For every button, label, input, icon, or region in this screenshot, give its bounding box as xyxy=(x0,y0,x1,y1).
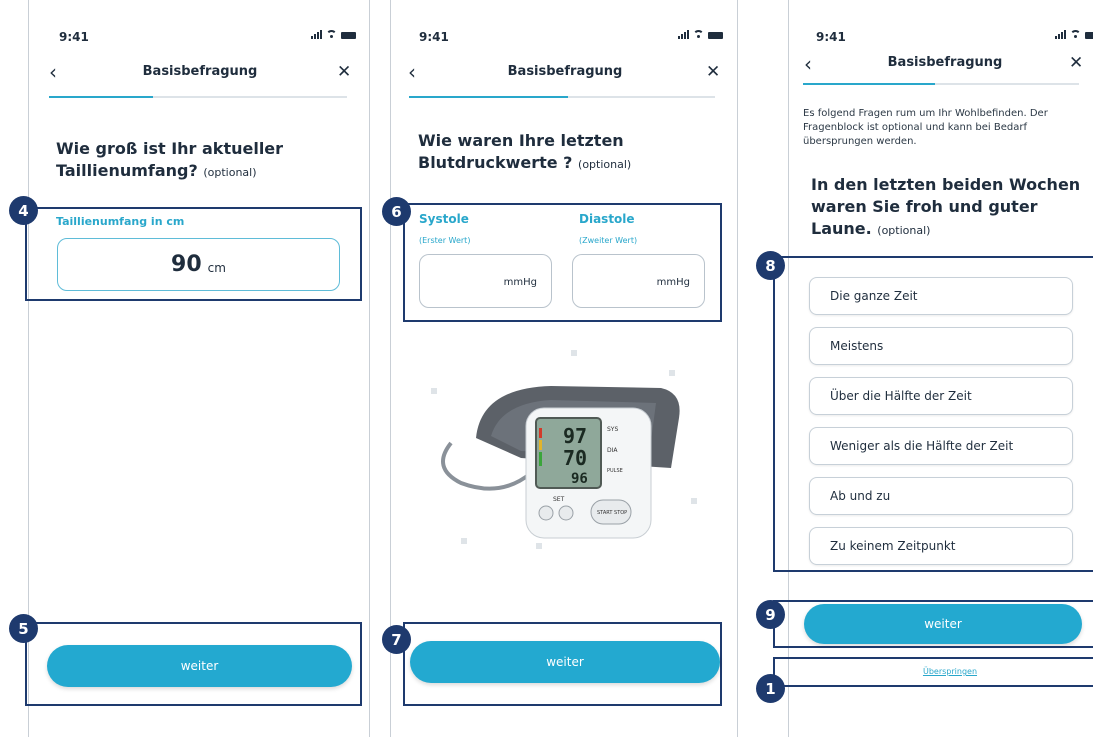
header-title: Basisbefragung xyxy=(507,64,623,79)
annotation-badge-8: 8 xyxy=(756,251,785,280)
diastole-label: Diastole xyxy=(579,212,635,226)
option-weniger-als-die-haelfte[interactable]: Weniger als die Hälfte der Zeit xyxy=(809,427,1073,465)
option-ueber-die-haelfte[interactable]: Über die Hälfte der Zeit xyxy=(809,377,1073,415)
header-title: Basisbefragung xyxy=(142,64,258,79)
pulse-reading: 96 xyxy=(571,471,588,487)
annotation-badge-7: 7 xyxy=(382,625,411,654)
optional-label: (optional) xyxy=(877,224,931,237)
set-tag: SET xyxy=(553,496,565,503)
waist-unit: cm xyxy=(207,260,226,275)
diastole-input[interactable]: mmHg xyxy=(572,254,705,308)
status-icons xyxy=(678,30,723,39)
status-icons xyxy=(311,30,356,39)
systole-sub: (Erster Wert) xyxy=(419,236,471,245)
screen-blood-pressure: 9:41 ‹ Basisbefragung ✕ Wie waren Ihre l… xyxy=(382,0,738,737)
close-icon[interactable]: ✕ xyxy=(1069,53,1083,73)
battery-icon xyxy=(1085,32,1093,39)
annotation-badge-1: 1 xyxy=(756,674,785,703)
systole-input[interactable]: mmHg xyxy=(419,254,552,308)
start-stop-tag: START STOP xyxy=(597,510,627,516)
close-icon[interactable]: ✕ xyxy=(337,62,351,82)
question-text: In den letzten beiden Wochen waren Sie f… xyxy=(811,175,1081,238)
annotation-badge-5: 5 xyxy=(9,614,38,643)
waist-input[interactable]: 90 cm xyxy=(57,238,340,291)
next-button[interactable]: weiter xyxy=(47,645,352,687)
progress-bar xyxy=(49,96,347,98)
option-meistens[interactable]: Meistens xyxy=(809,327,1073,365)
annotation-badge-9: 9 xyxy=(756,600,785,629)
systole-unit: mmHg xyxy=(503,277,537,288)
question-text: Wie groß ist Ihr aktueller Taillienumfan… xyxy=(56,139,284,180)
wifi-icon xyxy=(326,30,337,39)
sys-reading: 97 xyxy=(563,424,587,448)
progress-bar xyxy=(409,96,715,98)
signal-icon xyxy=(678,30,689,39)
next-button[interactable]: weiter xyxy=(410,641,720,683)
screen-waist: 9:41 ‹ Basisbefragung ✕ Wie groß ist Ihr… xyxy=(9,0,370,737)
pulse-tag: PULSE xyxy=(607,468,623,474)
optional-label: (optional) xyxy=(578,158,632,171)
intro-text: Es folgend Fragen rum um Ihr Wohlbefinde… xyxy=(803,108,1048,147)
option-zu-keinem-zeitpunkt[interactable]: Zu keinem Zeitpunkt xyxy=(809,527,1073,565)
header-title: Basisbefragung xyxy=(887,55,1003,70)
question-text: Wie waren Ihre letzten Blutdruckwerte ? … xyxy=(418,131,632,172)
annotation-badge-4: 4 xyxy=(9,196,38,225)
close-icon[interactable]: ✕ xyxy=(706,62,720,82)
status-time: 9:41 xyxy=(816,30,846,44)
field-label: Taillienumfang in cm xyxy=(56,215,185,228)
systole-label: Systole xyxy=(419,212,469,226)
sys-tag: SYS xyxy=(607,426,618,433)
next-button[interactable]: weiter xyxy=(804,604,1082,644)
blood-pressure-monitor-image: 97 70 96 SYS DIA PULSE SET START STOP xyxy=(431,350,697,549)
diastole-unit: mmHg xyxy=(656,277,690,288)
skip-link[interactable]: Überspringen xyxy=(789,667,1093,676)
status-icons xyxy=(1055,30,1093,39)
dia-reading: 70 xyxy=(563,446,587,470)
status-time: 9:41 xyxy=(59,30,89,44)
progress-bar xyxy=(803,83,1079,85)
waist-value: 90 xyxy=(171,252,202,277)
screen-wellbeing: 9:41 ‹ Basisbefragung ✕ Es folgend Frage… xyxy=(756,0,1093,737)
dia-tag: DIA xyxy=(607,447,618,454)
wifi-icon xyxy=(1070,30,1081,39)
wifi-icon xyxy=(693,30,704,39)
signal-icon xyxy=(1055,30,1066,39)
signal-icon xyxy=(311,30,322,39)
option-die-ganze-zeit[interactable]: Die ganze Zeit xyxy=(809,277,1073,315)
status-time: 9:41 xyxy=(419,30,449,44)
annotation-badge-6: 6 xyxy=(382,197,411,226)
option-ab-und-zu[interactable]: Ab und zu xyxy=(809,477,1073,515)
battery-icon xyxy=(341,32,356,39)
battery-icon xyxy=(708,32,723,39)
optional-label: (optional) xyxy=(203,166,257,179)
diastole-sub: (Zweiter Wert) xyxy=(579,236,638,245)
